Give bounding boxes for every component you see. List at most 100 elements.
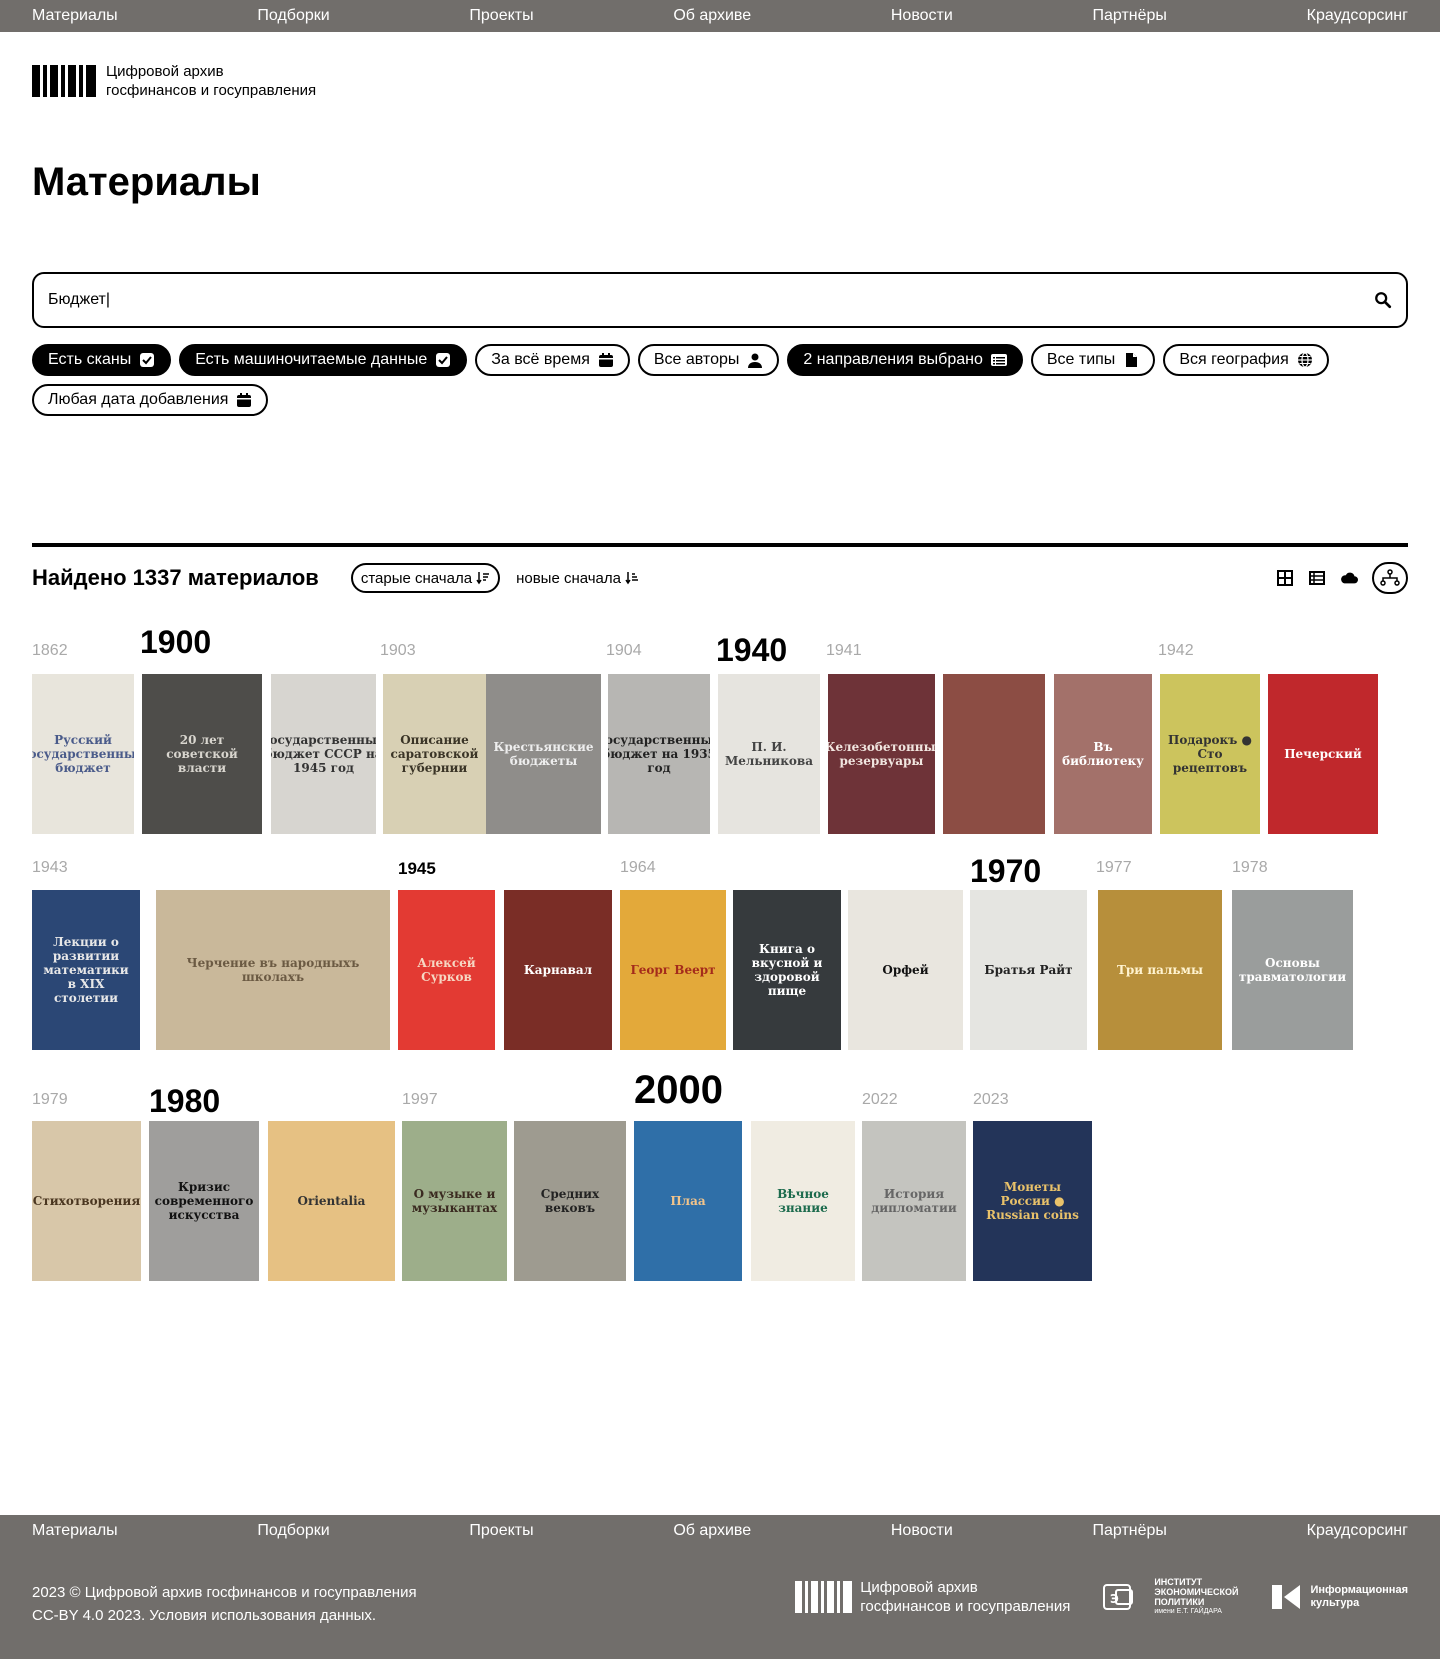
nav-partners[interactable]: Партнёры <box>1093 7 1167 25</box>
top-nav: Материалы Подборки Проекты Об архиве Нов… <box>0 0 1440 32</box>
filter-label: Все авторы <box>653 351 740 368</box>
nav-news[interactable]: Новости <box>891 7 953 25</box>
cover-title: Крестьянские бюджеты <box>493 740 594 768</box>
filter-chip[interactable]: Все типы <box>1030 344 1156 376</box>
material-cover[interactable]: Алексей Сурков <box>398 890 495 1050</box>
year-label: 1942 <box>1158 642 1194 659</box>
material-cover[interactable]: Черчение въ народныхъ школахъ <box>156 890 390 1050</box>
footer-archive-logo[interactable]: Цифровой архив госфинансов и госуправлен… <box>795 1578 1070 1616</box>
infoculture-logo[interactable]: Информационная культура <box>1270 1581 1408 1613</box>
cover-title: Стихотворения <box>32 1194 141 1208</box>
cover-title: П. И. Мельникова <box>725 740 813 768</box>
cover-title: Алексей Сурков <box>417 956 476 984</box>
material-cover[interactable]: Монеты России ● Russian coins <box>973 1121 1092 1281</box>
sort-new-first-button[interactable]: новые сначала <box>508 563 647 593</box>
footer-nav-about[interactable]: Об архиве <box>673 1522 751 1540</box>
filter-chip[interactable]: Есть машиночитаемые данные <box>179 344 468 376</box>
footer-nav-projects[interactable]: Проекты <box>469 1522 533 1540</box>
footer-logo-line-2: госфинансов и госуправления <box>860 1598 1071 1615</box>
search-box[interactable]: Бюджет <box>32 272 1408 328</box>
cover-title: Плаа <box>670 1194 706 1208</box>
sort-icon <box>476 572 490 585</box>
filter-chip[interactable]: Есть сканы <box>32 344 172 376</box>
material-cover[interactable]: Плаа <box>634 1121 742 1281</box>
footer-nav-crowdsourcing[interactable]: Краудсорсинг <box>1307 1522 1408 1540</box>
material-cover[interactable]: Государственный бюджет на 1935 год <box>608 674 710 834</box>
svg-text:Э: Э <box>1110 1592 1119 1606</box>
material-cover[interactable]: О музыке и музыкантах <box>402 1121 507 1281</box>
nav-projects[interactable]: Проекты <box>469 7 533 25</box>
view-switcher <box>1276 562 1408 594</box>
site-logo[interactable]: Цифровой архив госфинансов и госуправлен… <box>32 62 316 100</box>
year-label: 1979 <box>32 1091 68 1108</box>
material-cover[interactable]: Основы травматологии <box>1232 890 1353 1050</box>
nav-materials[interactable]: Материалы <box>32 7 118 25</box>
logo-mark-icon <box>795 1581 853 1613</box>
search-input[interactable]: Бюджет <box>48 291 1374 309</box>
material-cover[interactable]: Кризис современного искусства <box>149 1121 259 1281</box>
material-cover[interactable]: Описание саратовской губернии <box>383 674 486 834</box>
footer-nav-news[interactable]: Новости <box>891 1522 953 1540</box>
material-cover[interactable]: Стихотворения <box>32 1121 141 1281</box>
filter-chip[interactable]: Все авторы <box>637 344 780 376</box>
material-cover[interactable]: 20 лет советской власти <box>142 674 262 834</box>
cover-title: Монеты России ● Russian coins <box>986 1180 1079 1222</box>
nav-crowdsourcing[interactable]: Краудсорсинг <box>1307 7 1408 25</box>
nav-about[interactable]: Об архиве <box>673 7 751 25</box>
filter-bar: Есть сканы Есть машиночитаемые данные За в… <box>32 344 1422 416</box>
material-cover[interactable]: Печерский <box>1268 674 1378 834</box>
table-view-icon[interactable] <box>1308 569 1326 587</box>
cover-title: Русский государственный бюджет <box>32 733 134 775</box>
material-cover[interactable]: Георг Веерт <box>620 890 726 1050</box>
material-cover[interactable]: Железобетонные резервуары <box>828 674 935 834</box>
footer-nav-partners[interactable]: Партнёры <box>1093 1522 1167 1540</box>
sort-new-label: новые сначала <box>516 569 621 587</box>
checkbox-icon <box>139 352 155 368</box>
material-cover[interactable]: Карнавал <box>504 890 612 1050</box>
cover-title: 20 лет советской власти <box>166 733 238 775</box>
year-label: 1997 <box>402 1091 438 1108</box>
filter-chip[interactable]: Вся география <box>1163 344 1329 376</box>
material-cover[interactable]: История дипломатии <box>862 1121 966 1281</box>
material-cover[interactable]: Въ библиотеку <box>1054 674 1152 834</box>
sort-old-first-button[interactable]: старые сначала <box>350 563 501 593</box>
material-cover[interactable]: Русский государственный бюджет <box>32 674 134 834</box>
material-cover[interactable]: Братья Райт <box>970 890 1087 1050</box>
material-cover[interactable] <box>943 674 1045 834</box>
material-cover[interactable]: Государственный бюджет СССР на 1945 год <box>271 674 376 834</box>
material-cover[interactable]: П. И. Мельникова <box>718 674 820 834</box>
year-label: 1945 <box>398 859 436 878</box>
material-cover[interactable]: Средних вековъ <box>514 1121 626 1281</box>
material-cover[interactable]: Вѣчное знание <box>751 1121 855 1281</box>
cloud-view-icon[interactable] <box>1340 569 1358 587</box>
footer-license-link[interactable]: CC-BY 4.0 2023. Условия использования да… <box>32 1604 417 1627</box>
cover-title: Государственный бюджет на 1935 год <box>608 733 710 775</box>
material-cover[interactable]: Orientalia <box>268 1121 395 1281</box>
material-cover[interactable]: Орфей <box>848 890 963 1050</box>
infoculture-text: Информационная культура <box>1310 1584 1408 1610</box>
year-label: 2022 <box>862 1091 898 1108</box>
footer-info: 2023 © Цифровой архив госфинансов и госу… <box>32 1581 417 1627</box>
year-label: 1980 <box>149 1083 221 1119</box>
cover-title: Железобетонные резервуары <box>828 740 935 768</box>
filter-chip[interactable]: Любая дата добавления <box>32 384 269 416</box>
footer-nav-collections[interactable]: Подборки <box>257 1522 329 1540</box>
timeline-view-icon[interactable] <box>1372 562 1408 594</box>
footer-nav-materials[interactable]: Материалы <box>32 1522 118 1540</box>
filter-chip[interactable]: 2 направления выбрано <box>787 344 1023 376</box>
year-label: 1943 <box>32 859 68 876</box>
grid-view-icon[interactable] <box>1276 569 1294 587</box>
footer-logos: Цифровой архив госфинансов и госуправлен… <box>795 1577 1408 1617</box>
gaidar-line-4: имени Е.Т. ГАЙДАРА <box>1154 1608 1222 1615</box>
material-cover[interactable]: Лекции о развитии математики в XIX столе… <box>32 890 140 1050</box>
material-cover[interactable]: Крестьянские бюджеты <box>486 674 601 834</box>
material-cover[interactable]: Три пальмы <box>1098 890 1222 1050</box>
infoculture-icon <box>1272 1585 1301 1609</box>
search-icon[interactable] <box>1374 291 1392 309</box>
gaidar-institute-logo[interactable]: Э ИНСТИТУТ ЭКОНОМИЧЕСКОЙ ПОЛИТИКИ имени … <box>1102 1577 1238 1617</box>
material-cover[interactable]: Подарокъ ● Сто рецептовъ <box>1160 674 1260 834</box>
filter-chip[interactable]: За всё время <box>475 344 630 376</box>
material-cover[interactable]: Книга о вкусной и здоровой пище <box>733 890 841 1050</box>
cover-title: Печерский <box>1284 747 1362 761</box>
nav-collections[interactable]: Подборки <box>257 7 329 25</box>
